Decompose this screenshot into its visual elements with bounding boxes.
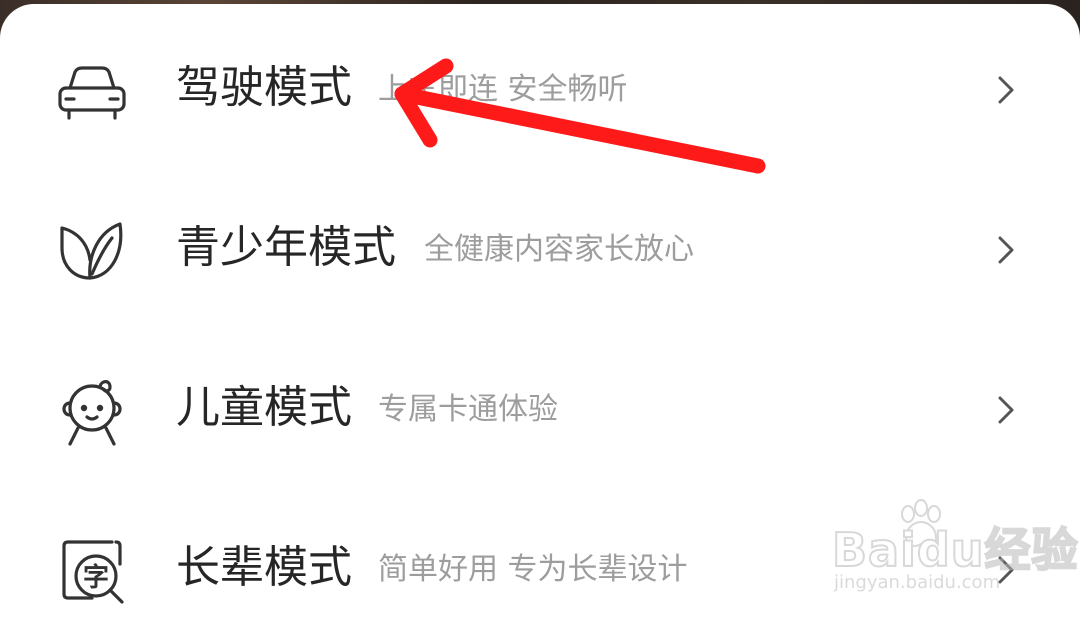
menu-item-teen-mode[interactable]: 青少年模式 全健康内容家长放心	[0, 188, 1080, 308]
menu-item-subtitle: 上车即连 安全畅听	[378, 72, 628, 107]
chevron-right-icon	[992, 232, 1020, 268]
menu-item-subtitle: 专属卡通体验	[378, 392, 558, 427]
svg-text:字: 字	[83, 562, 109, 593]
menu-item-subtitle: 简单好用 专为长辈设计	[378, 552, 688, 587]
chevron-right-icon	[992, 72, 1020, 108]
chevron-right-icon	[992, 392, 1020, 428]
menu-item-title: 青少年模式	[176, 222, 396, 273]
menu-item-title: 长辈模式	[176, 542, 352, 593]
menu-item-title: 驾驶模式	[176, 62, 352, 113]
menu-item-elder-mode[interactable]: 字 长辈模式 简单好用 专为长辈设计	[0, 508, 1080, 628]
text-size-icon: 字	[52, 530, 132, 610]
menu-item-driving-mode[interactable]: 驾驶模式 上车即连 安全畅听	[0, 28, 1080, 148]
chevron-right-icon	[992, 552, 1020, 588]
menu-item-title: 儿童模式	[176, 382, 352, 433]
menu-item-kids-mode[interactable]: 儿童模式 专属卡通体验	[0, 348, 1080, 468]
car-icon	[52, 48, 132, 128]
child-face-icon	[52, 370, 132, 450]
leaf-icon	[52, 208, 132, 288]
mode-selection-sheet: 驾驶模式 上车即连 安全畅听 青少年模式 全健康内容家长放心 儿童模式 专属卡通…	[0, 4, 1080, 644]
menu-item-subtitle: 全健康内容家长放心	[424, 232, 694, 267]
